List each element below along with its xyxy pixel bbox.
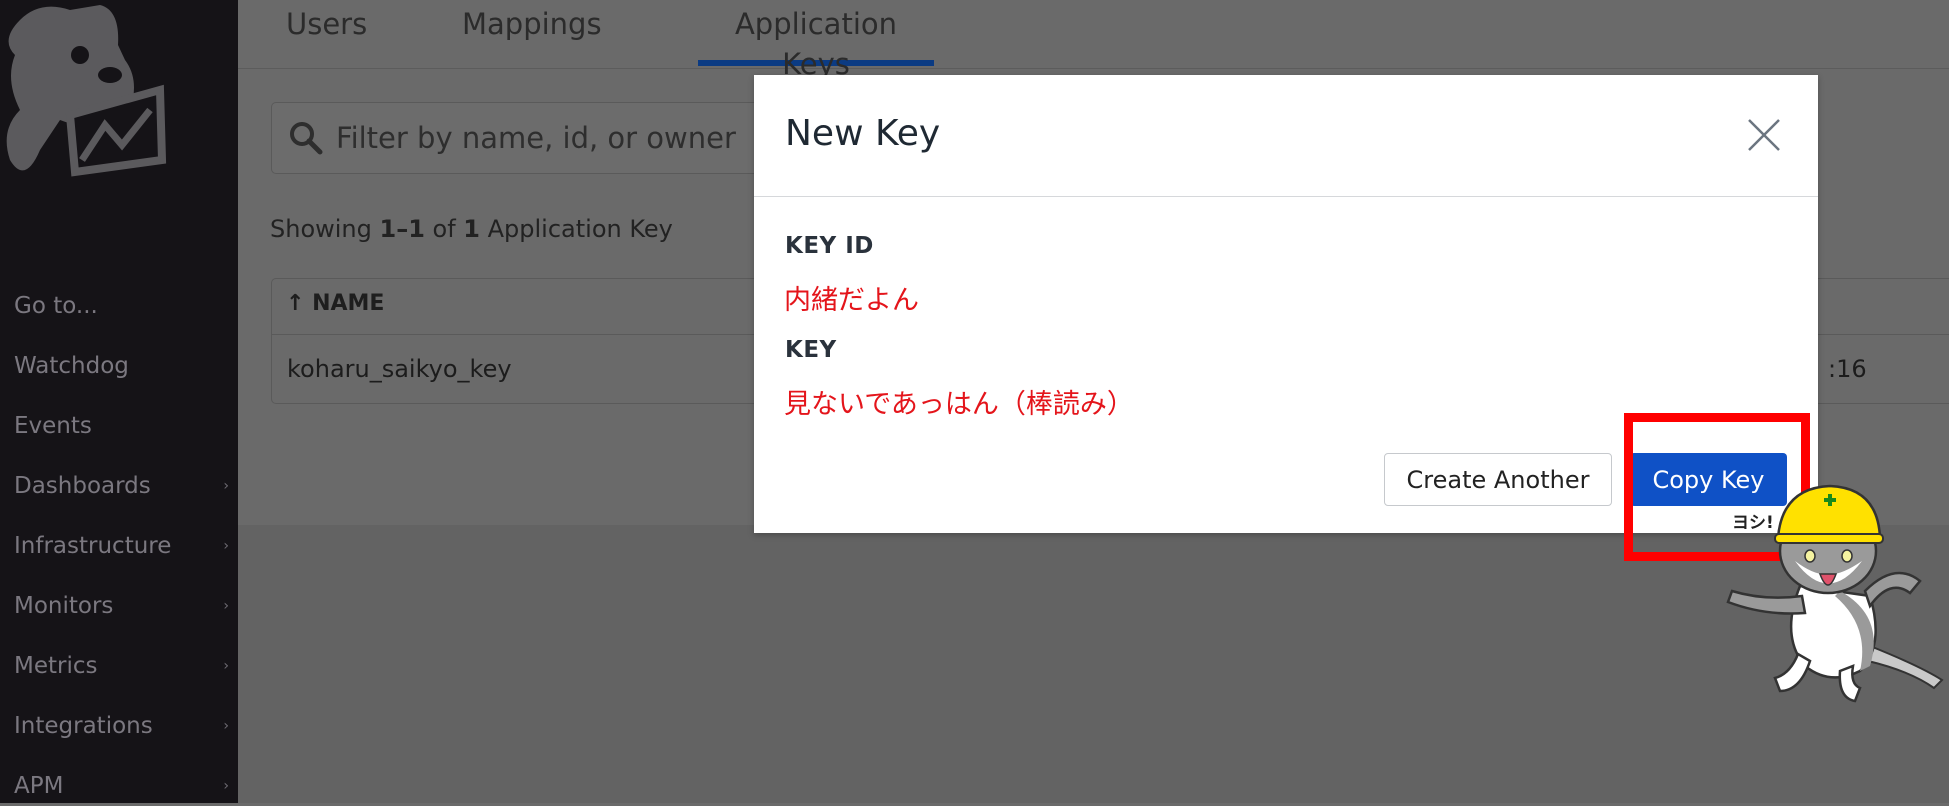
chevron-right-icon: › (223, 658, 229, 674)
chevron-right-icon: › (223, 598, 229, 614)
results-of: of (424, 215, 464, 243)
sidebar-item-events[interactable]: Events (14, 406, 229, 446)
filter-box (271, 102, 812, 174)
key-label: KEY (785, 337, 837, 363)
column-header-name[interactable]: ↑ NAME (286, 291, 384, 316)
results-total: 1 (463, 215, 480, 243)
sidebar-item-label: Watchdog (14, 353, 129, 379)
tab-application-keys[interactable]: Application Keys (698, 4, 934, 81)
tab-mappings[interactable]: Mappings (462, 4, 602, 60)
key-name-cell: koharu_saikyo_key (287, 355, 512, 383)
sidebar-item-integrations[interactable]: Integrations › (14, 706, 229, 746)
key-time-cell: :16 (1828, 355, 1867, 383)
cat-sticker: ヨシ! (1726, 484, 1944, 703)
chevron-right-icon: › (223, 538, 229, 554)
sidebar-item-label: Metrics (14, 653, 98, 679)
sidebar-item-label: Dashboards (14, 473, 151, 499)
sidebar-item-label: APM (14, 773, 64, 799)
sidebar-item-infrastructure[interactable]: Infrastructure › (14, 526, 229, 566)
create-another-button[interactable]: Create Another (1384, 453, 1612, 506)
results-count: Showing 1–1 of 1 Application Key (270, 215, 673, 243)
sidebar: Go to... Watchdog Events Dashboards › Inf… (0, 0, 238, 803)
sidebar-item-monitors[interactable]: Monitors › (14, 586, 229, 626)
sidebar-item-apm[interactable]: APM › (14, 766, 229, 806)
modal-header: New Key (754, 75, 1818, 197)
tab-bar: Users Mappings Application Keys (238, 0, 1949, 81)
sidebar-item-watchdog[interactable]: Watchdog (14, 346, 229, 386)
search-icon (290, 122, 323, 155)
chevron-right-icon: › (223, 718, 229, 734)
chevron-right-icon: › (223, 778, 229, 794)
sidebar-item-metrics[interactable]: Metrics › (14, 646, 229, 686)
close-icon[interactable] (1746, 117, 1782, 153)
page-backdrop (238, 525, 1949, 803)
sidebar-item-label: Integrations (14, 713, 153, 739)
sidebar-item-label: Events (14, 413, 92, 439)
tab-users[interactable]: Users (286, 4, 367, 60)
key-id-label: KEY ID (785, 233, 874, 259)
datadog-logo[interactable] (0, 0, 170, 190)
sidebar-item-label: Infrastructure (14, 533, 172, 559)
sidebar-item-goto[interactable]: Go to... (14, 286, 229, 326)
key-value: 見ないであっはん（棒読み） (784, 389, 1134, 420)
filter-input[interactable] (334, 115, 798, 161)
sidebar-item-label: Go to... (14, 293, 98, 319)
sidebar-item-label: Monitors (14, 593, 114, 619)
key-id-value: 内緒だよん (784, 285, 919, 316)
sidebar-item-dashboards[interactable]: Dashboards › (14, 466, 229, 506)
modal-title: New Key (785, 113, 941, 154)
results-count-prefix: Showing (270, 215, 380, 243)
results-count-suffix: Application Key (480, 215, 673, 243)
chevron-right-icon: › (223, 478, 229, 494)
results-range: 1–1 (379, 215, 425, 243)
sticker-text: ヨシ! (1732, 513, 1774, 533)
